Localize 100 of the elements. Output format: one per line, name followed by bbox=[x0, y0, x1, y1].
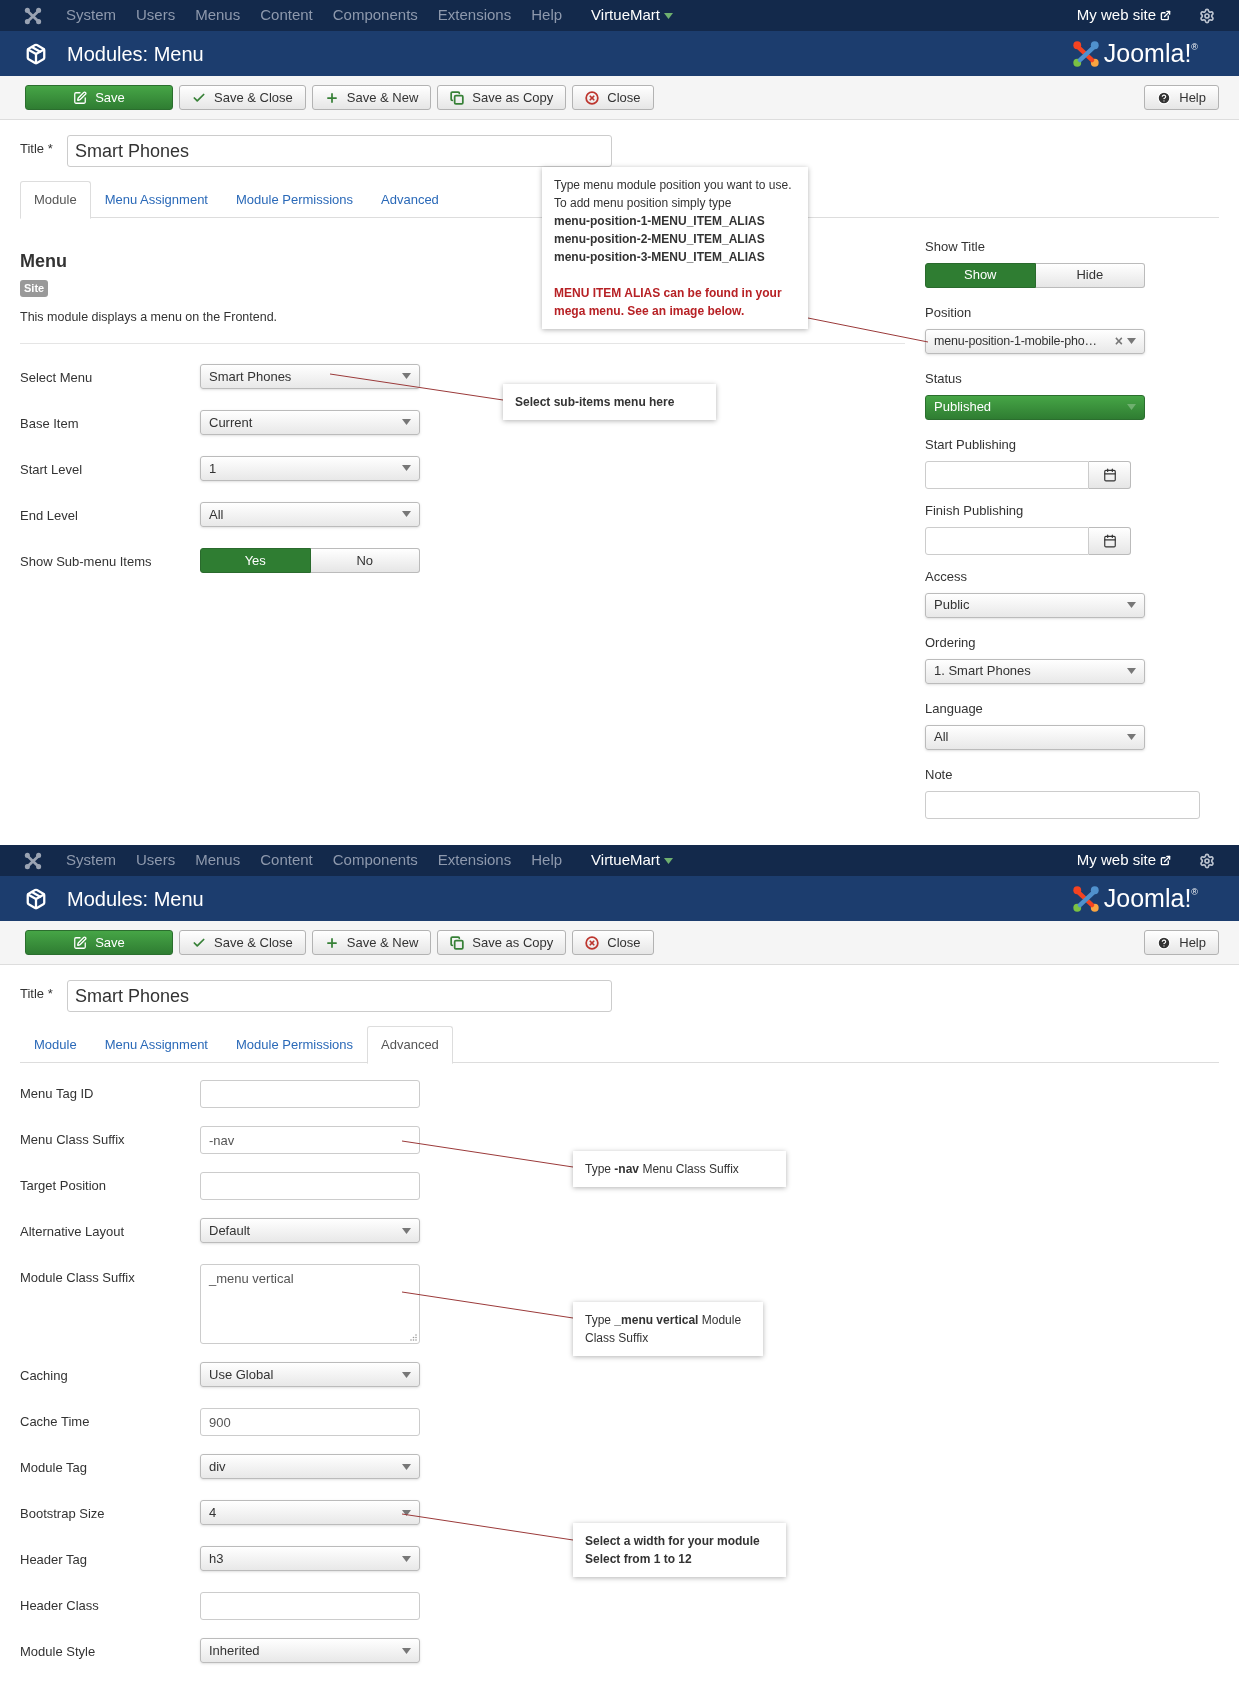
tab[interactable]: Module Permissions bbox=[222, 181, 368, 218]
text-area[interactable]: _menu vertical bbox=[200, 1264, 420, 1344]
toolbar-button[interactable]: Save & New bbox=[311, 930, 432, 955]
tab[interactable]: Module Permissions bbox=[222, 1026, 368, 1063]
save-button[interactable]: Save bbox=[25, 85, 173, 110]
nav-item[interactable]: Menus bbox=[195, 849, 241, 872]
nav-item[interactable]: Help bbox=[531, 4, 563, 27]
field-label: Language bbox=[925, 700, 984, 718]
toolbar-button[interactable]: Save & Close bbox=[179, 930, 306, 955]
toolbar-button[interactable]: Save as Copy bbox=[437, 85, 567, 110]
callout-text: Select a width for your module bbox=[585, 1533, 761, 1550]
field-label: Start Level bbox=[20, 460, 84, 479]
nav-item[interactable]: Users bbox=[136, 4, 176, 27]
toolbar-button[interactable]: Save as Copy bbox=[437, 930, 567, 955]
date-field[interactable] bbox=[925, 526, 1089, 555]
text-field[interactable] bbox=[200, 1172, 420, 1200]
nav-item[interactable]: System bbox=[66, 4, 116, 27]
title-field[interactable]: Smart Phones bbox=[67, 135, 612, 167]
caret-icon bbox=[402, 373, 411, 380]
status-select[interactable]: Published bbox=[925, 394, 1145, 420]
calendar-button[interactable] bbox=[1089, 526, 1131, 555]
select-field[interactable]: h3 bbox=[200, 1546, 420, 1571]
caret-icon bbox=[402, 1371, 411, 1378]
field-label: Title * bbox=[20, 985, 54, 1003]
external-link-icon bbox=[1160, 855, 1171, 866]
site-link[interactable]: My web site bbox=[1076, 4, 1171, 27]
toggle-option[interactable]: Yes bbox=[200, 547, 311, 573]
select-field[interactable]: Smart Phones bbox=[200, 363, 420, 389]
select-field[interactable]: All bbox=[200, 501, 420, 527]
select-field[interactable]: 4 bbox=[200, 1500, 420, 1525]
calendar-button[interactable] bbox=[1089, 460, 1131, 489]
text-field[interactable]: -nav bbox=[200, 1126, 420, 1154]
date-field[interactable] bbox=[925, 460, 1089, 489]
nav-item[interactable]: Menus bbox=[195, 4, 241, 27]
toggle-option[interactable]: Hide bbox=[1035, 262, 1145, 288]
nav-item[interactable]: Extensions bbox=[437, 4, 512, 27]
select-field[interactable]: Use Global bbox=[200, 1362, 420, 1387]
tab[interactable]: Module bbox=[20, 1026, 91, 1063]
field-label: Select Menu bbox=[20, 368, 94, 387]
nav-item[interactable]: Users bbox=[136, 849, 176, 872]
nav-item[interactable]: Components bbox=[332, 4, 418, 27]
text-field[interactable]: 900 bbox=[200, 1408, 420, 1436]
callout-text: mega menu. See an image below. bbox=[554, 303, 746, 320]
close-icon bbox=[585, 935, 600, 950]
nav-item[interactable]: Content bbox=[260, 4, 313, 27]
text-field[interactable] bbox=[925, 790, 1200, 819]
toolbar-button[interactable]: Save & Close bbox=[179, 85, 306, 110]
text-field[interactable] bbox=[200, 1080, 420, 1108]
caret-icon bbox=[1127, 734, 1136, 740]
text-field[interactable] bbox=[200, 1592, 420, 1620]
tab[interactable]: Module bbox=[20, 181, 91, 219]
field-label: Module Tag bbox=[20, 1459, 88, 1477]
callout-text: Type menu module position you want to use. bbox=[554, 177, 793, 194]
nav-item[interactable]: VirtueMart bbox=[591, 849, 673, 872]
select-field[interactable]: Public bbox=[925, 592, 1145, 618]
nav-item[interactable]: Content bbox=[260, 849, 313, 872]
clear-icon[interactable]: × bbox=[1114, 334, 1123, 348]
nav-item[interactable]: Extensions bbox=[437, 849, 512, 872]
nav-item[interactable]: System bbox=[66, 849, 116, 872]
select-field[interactable]: menu-position-1-mobile-pho… × bbox=[925, 328, 1145, 354]
toggle-option[interactable]: No bbox=[310, 547, 420, 573]
tab[interactable]: Advanced bbox=[367, 1026, 453, 1064]
toolbar-button[interactable]: Close bbox=[572, 85, 654, 110]
help-icon bbox=[1157, 935, 1172, 950]
tab[interactable]: Menu Assignment bbox=[90, 181, 222, 218]
help-icon bbox=[1157, 90, 1172, 105]
save-icon bbox=[73, 90, 88, 105]
callout-text: menu-position-3-MENU_ITEM_ALIAS bbox=[554, 249, 766, 266]
callout-text: To add menu position simply type bbox=[554, 195, 733, 212]
select-field[interactable]: 1. Smart Phones bbox=[925, 658, 1145, 684]
select-field[interactable]: 1 bbox=[200, 455, 420, 481]
callout-text: Type _menu vertical Module Class Suffix bbox=[585, 1312, 743, 1347]
help-button[interactable]: Help bbox=[1144, 85, 1219, 110]
tab[interactable]: Advanced bbox=[367, 181, 453, 218]
select-field[interactable]: Default bbox=[200, 1218, 420, 1243]
external-link-icon bbox=[1160, 10, 1171, 21]
nav-item[interactable]: VirtueMart bbox=[591, 4, 673, 27]
select-field[interactable]: Current bbox=[200, 409, 420, 435]
toolbar-button[interactable]: Save & New bbox=[311, 85, 432, 110]
caret-icon bbox=[1127, 338, 1136, 344]
registered-mark: ® bbox=[1191, 41, 1198, 52]
toggle-option[interactable]: Show bbox=[925, 262, 1036, 288]
tab[interactable]: Menu Assignment bbox=[90, 1026, 222, 1063]
field-label: Status bbox=[925, 370, 963, 388]
select-field[interactable]: All bbox=[925, 724, 1145, 750]
title-field[interactable]: Smart Phones bbox=[67, 980, 612, 1012]
toolbar-button[interactable]: Close bbox=[572, 930, 654, 955]
help-button[interactable]: Help bbox=[1144, 930, 1219, 955]
caret-icon bbox=[402, 511, 411, 518]
plus-icon bbox=[324, 90, 339, 105]
select-field[interactable]: div bbox=[200, 1454, 420, 1479]
callout-text: Select from 1 to 12 bbox=[585, 1551, 693, 1568]
field-label: Note bbox=[925, 766, 954, 784]
nav-item[interactable]: Components bbox=[332, 849, 418, 872]
nav-item[interactable]: Help bbox=[531, 849, 563, 872]
select-field[interactable]: Inherited bbox=[200, 1638, 420, 1663]
site-link[interactable]: My web site bbox=[1076, 849, 1171, 872]
brand-name: Joomla! bbox=[1103, 41, 1192, 66]
save-button[interactable]: Save bbox=[25, 930, 173, 955]
site-badge: Site bbox=[20, 280, 49, 297]
